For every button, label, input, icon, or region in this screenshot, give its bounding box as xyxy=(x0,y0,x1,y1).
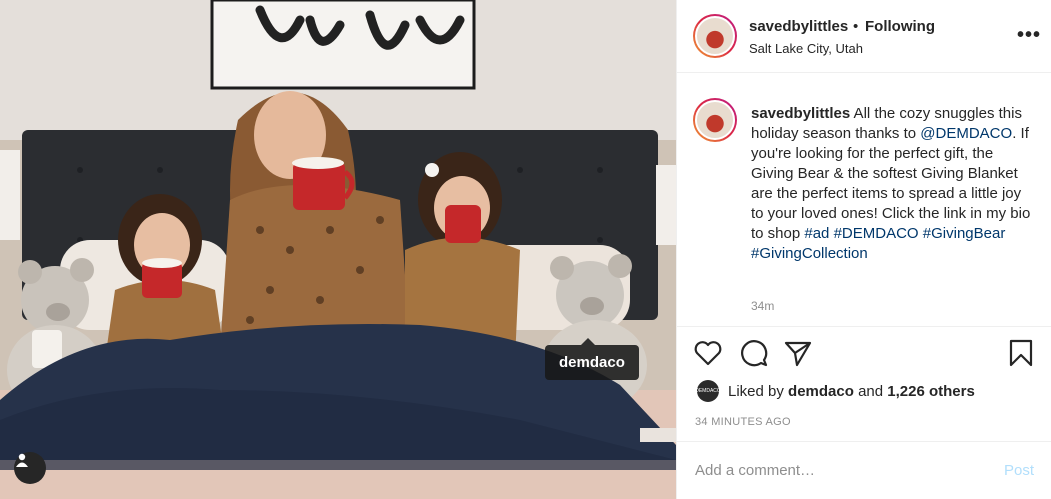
more-icon[interactable]: ••• xyxy=(1017,24,1041,47)
liker-avatar[interactable]: DEMDACO xyxy=(695,380,721,402)
hashtag[interactable]: #GivingBear xyxy=(923,225,1006,242)
user-tags-button[interactable] xyxy=(14,452,46,484)
hashtag[interactable]: #GivingCollection xyxy=(751,245,868,262)
post-header: savedbylittles • Following Salt Lake Cit… xyxy=(677,0,1051,73)
post-comment-button[interactable]: Post xyxy=(1004,462,1034,479)
post-caption: savedbylittles All the cozy snuggles thi… xyxy=(677,74,1051,327)
liker-avatar-label: DEMDACO xyxy=(695,388,721,394)
hashtag[interactable]: #ad xyxy=(804,225,829,242)
caption-time: 34m xyxy=(751,299,775,313)
likes-count[interactable]: 1,226 others xyxy=(887,383,975,400)
post-photo[interactable]: demdaco xyxy=(0,0,676,499)
product-tag[interactable]: demdaco xyxy=(545,338,639,380)
caption-username[interactable]: savedbylittles xyxy=(751,105,850,122)
caption-text: savedbylittles All the cozy snuggles thi… xyxy=(751,104,1031,264)
action-bar xyxy=(677,338,1051,374)
liker-username[interactable]: demdaco xyxy=(788,383,854,400)
post-location[interactable]: Salt Lake City, Utah xyxy=(749,41,863,56)
author-avatar[interactable] xyxy=(693,14,737,58)
caption-avatar[interactable] xyxy=(693,98,737,142)
heart-icon[interactable] xyxy=(693,338,723,368)
comment-icon[interactable] xyxy=(739,338,769,368)
post-timestamp[interactable]: 34 MINUTES AGO xyxy=(695,416,791,428)
likes-text: Liked by demdaco and 1,226 others xyxy=(728,383,975,400)
user-icon xyxy=(16,453,28,467)
comment-box: Post xyxy=(677,441,1051,499)
caption-mention[interactable]: @DEMDACO xyxy=(920,125,1012,142)
instagram-post: demdaco savedbylittles • Following Salt … xyxy=(0,0,1051,499)
photo-illustration xyxy=(0,0,676,499)
likes-prefix: Liked by xyxy=(728,383,789,400)
author-username[interactable]: savedbylittles xyxy=(749,18,848,35)
comment-input[interactable] xyxy=(695,462,975,479)
following-button[interactable]: Following xyxy=(865,18,935,35)
header-separator: • xyxy=(853,18,859,35)
share-icon[interactable] xyxy=(783,338,813,368)
product-tag-label: demdaco xyxy=(559,354,625,371)
hashtag[interactable]: #DEMDACO xyxy=(834,225,919,242)
likes-middle: and xyxy=(853,383,888,400)
likes-row: DEMDACO Liked by demdaco and 1,226 other… xyxy=(695,378,1035,406)
post-side-panel: savedbylittles • Following Salt Lake Cit… xyxy=(676,0,1051,499)
bookmark-icon[interactable] xyxy=(1006,338,1036,368)
